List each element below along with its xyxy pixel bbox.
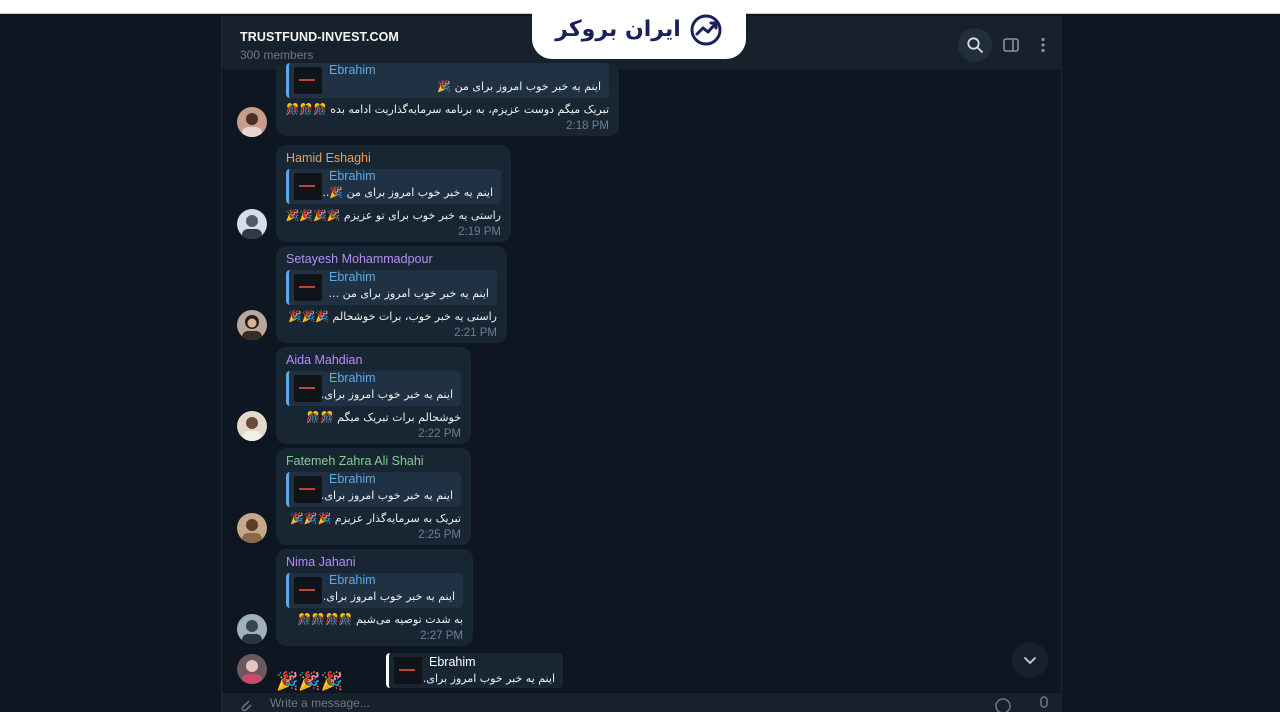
sticker-reply-preview[interactable]: Ebrahim اینم یه خبر خوب امروز برای... bbox=[386, 653, 563, 688]
avatar[interactable] bbox=[237, 411, 267, 441]
message-text: تبریک به سرمایه‌گذار عزیزم 🎉🎉🎉 bbox=[290, 512, 461, 525]
microphone-icon[interactable] bbox=[1037, 696, 1051, 712]
avatar-photo bbox=[242, 519, 262, 543]
reply-thumbnail bbox=[294, 274, 322, 301]
message-time: 2:27 PM bbox=[420, 630, 463, 642]
sidebar-icon bbox=[1003, 38, 1019, 52]
message-list[interactable]: Ebrahim اینم یه خبر خوب امروز برای من 🎉 … bbox=[222, 63, 1061, 693]
message-bubble[interactable]: Nima Jahani Ebrahim اینم یه خبر خوب امرو… bbox=[276, 549, 473, 646]
group-title[interactable]: TRUSTFUND-INVEST.COM bbox=[240, 30, 399, 44]
reply-author: Ebrahim bbox=[329, 573, 376, 587]
reply-preview[interactable]: Ebrahim اینم یه خبر خوب امروز برای... bbox=[286, 573, 463, 608]
search-icon bbox=[967, 37, 983, 53]
reply-text: اینم یه خبر خوب امروز برای من 🎉 bbox=[437, 80, 601, 93]
more-vertical-icon bbox=[1041, 37, 1045, 53]
message-bubble[interactable]: Fatemeh Zahra Ali Shahi Ebrahim اینم یه … bbox=[276, 448, 471, 545]
reply-preview[interactable]: Ebrahim اینم یه خبر خوب امروز برای... bbox=[286, 371, 461, 406]
brand-watermark: ایران بروکر bbox=[532, 0, 746, 59]
message-text: به شدت توصیه می‌شیم 🎊🎊🎊🎊 bbox=[297, 613, 463, 626]
brand-logo-icon bbox=[690, 14, 722, 45]
avatar-photo bbox=[242, 315, 262, 340]
message-composer bbox=[222, 693, 1061, 712]
message-input[interactable] bbox=[270, 696, 970, 710]
reply-preview[interactable]: Ebrahim اینم یه خبر خوب امروز برای من 🎉.… bbox=[286, 169, 501, 204]
message-bubble[interactable]: Ebrahim اینم یه خبر خوب امروز برای من 🎉 … bbox=[276, 63, 619, 136]
message-bubble[interactable]: Setayesh Mohammadpour Ebrahim اینم یه خب… bbox=[276, 246, 507, 343]
reply-text: اینم یه خبر خوب امروز برای... bbox=[313, 388, 453, 401]
avatar-photo bbox=[242, 620, 262, 644]
reply-preview[interactable]: Ebrahim اینم یه خبر خوب امروز برای... bbox=[286, 472, 461, 507]
message-bubble[interactable]: Aida Mahdian Ebrahim اینم یه خبر خوب امر… bbox=[276, 347, 471, 444]
reply-preview[interactable]: Ebrahim اینم یه خبر خوب امروز برای من ..… bbox=[286, 270, 497, 305]
reply-author: Ebrahim bbox=[329, 169, 376, 183]
reply-thumbnail bbox=[294, 577, 322, 604]
search-button[interactable] bbox=[958, 28, 992, 62]
reply-preview[interactable]: Ebrahim اینم یه خبر خوب امروز برای من 🎉 bbox=[286, 63, 609, 98]
chevron-down-icon bbox=[1024, 657, 1036, 664]
message-text: راستی یه خبر خوب برای تو عزیزم 🎉🎉🎉🎉 bbox=[285, 209, 501, 222]
chat-window: TRUSTFUND-INVEST.COM 300 members Ebrahim… bbox=[221, 16, 1062, 712]
avatar[interactable] bbox=[237, 614, 267, 644]
avatar[interactable] bbox=[237, 654, 267, 684]
reply-text: اینم یه خبر خوب امروز برای من 🎉... bbox=[318, 186, 493, 199]
avatar-photo bbox=[243, 417, 261, 441]
avatar-photo bbox=[242, 113, 262, 137]
scroll-to-bottom-button[interactable] bbox=[1012, 642, 1048, 678]
sender-name[interactable]: Fatemeh Zahra Ali Shahi bbox=[286, 454, 461, 468]
sender-name[interactable]: Aida Mahdian bbox=[286, 353, 461, 367]
message-time: 2:19 PM bbox=[458, 226, 501, 238]
member-count: 300 members bbox=[240, 48, 314, 62]
reply-thumbnail bbox=[294, 476, 322, 503]
reply-text: اینم یه خبر خوب امروز برای... bbox=[315, 590, 455, 603]
brand-text: ایران بروکر bbox=[555, 17, 681, 42]
reply-author: Ebrahim bbox=[329, 270, 376, 284]
reply-thumbnail bbox=[294, 173, 322, 200]
reply-text: اینم یه خبر خوب امروز برای من ... bbox=[328, 287, 489, 300]
reply-text: اینم یه خبر خوب امروز برای... bbox=[313, 489, 453, 502]
message-text: راستی یه خبر خوب، برات خوشحالم 🎉🎉🎉 bbox=[287, 310, 497, 323]
sticker[interactable]: 🎉🎉🎉 bbox=[276, 671, 343, 693]
avatar[interactable] bbox=[237, 209, 267, 239]
emoji-icon[interactable] bbox=[994, 697, 1012, 712]
reply-thumbnail bbox=[394, 657, 422, 684]
avatar-photo bbox=[242, 660, 262, 684]
reply-author: Ebrahim bbox=[429, 655, 476, 669]
message-text: خوشحالم برات تبریک میگم 🎊🎊 bbox=[306, 411, 461, 424]
reply-author: Ebrahim bbox=[329, 63, 376, 77]
sidebar-toggle-button[interactable] bbox=[994, 28, 1028, 62]
message-bubble[interactable]: Hamid Eshaghi Ebrahim اینم یه خبر خوب ام… bbox=[276, 145, 511, 242]
avatar[interactable] bbox=[237, 310, 267, 340]
sender-name[interactable]: Setayesh Mohammadpour bbox=[286, 252, 497, 266]
sender-name[interactable]: Hamid Eshaghi bbox=[286, 151, 501, 165]
reply-author: Ebrahim bbox=[329, 472, 376, 486]
message-time: 2:25 PM bbox=[418, 529, 461, 541]
more-options-button[interactable] bbox=[1026, 28, 1060, 62]
sender-name[interactable]: Nima Jahani bbox=[286, 555, 463, 569]
reply-text: اینم یه خبر خوب امروز برای... bbox=[415, 672, 555, 685]
message-time: 2:21 PM bbox=[454, 327, 497, 339]
message-time: 2:22 PM bbox=[418, 428, 461, 440]
reply-thumbnail bbox=[294, 375, 322, 402]
attach-icon[interactable] bbox=[238, 697, 254, 712]
message-time: 2:18 PM bbox=[566, 120, 609, 132]
message-text: تبریک میگم دوست عزیزم، به برنامه سرمایه‌… bbox=[285, 103, 609, 116]
avatar[interactable] bbox=[237, 513, 267, 543]
avatar-photo bbox=[242, 215, 262, 239]
reply-author: Ebrahim bbox=[329, 371, 376, 385]
avatar[interactable] bbox=[237, 107, 267, 137]
reply-thumbnail bbox=[294, 67, 322, 94]
